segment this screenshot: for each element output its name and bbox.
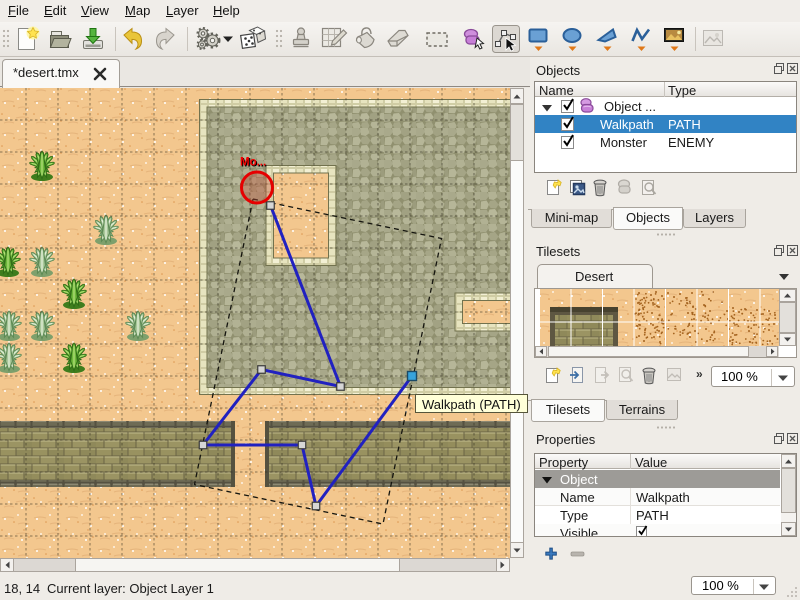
svg-text:Mo...: Mo... xyxy=(240,157,266,169)
svg-text:»: » xyxy=(696,367,703,381)
